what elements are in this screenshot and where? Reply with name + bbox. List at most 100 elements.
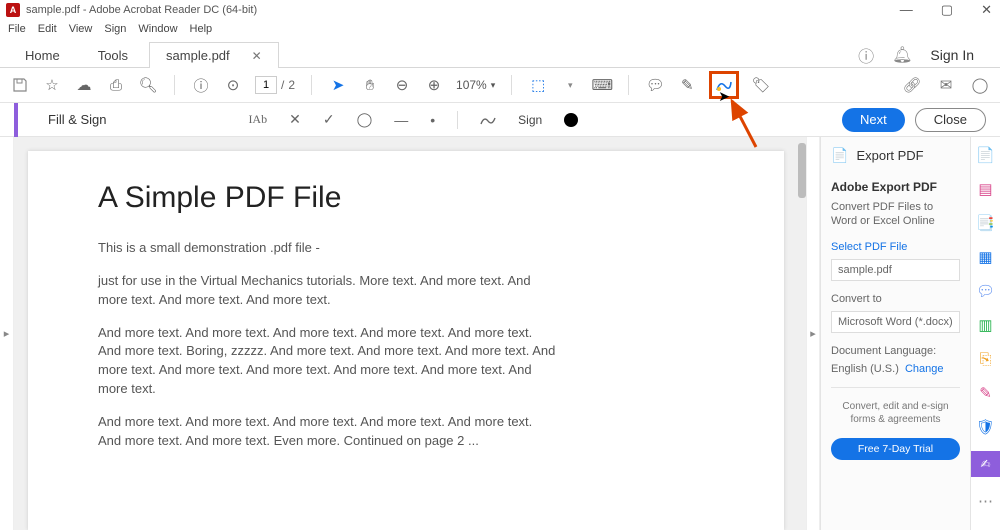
title-bar: A sample.pdf - Adobe Acrobat Reader DC (… <box>0 0 1000 20</box>
page-total: 2 <box>288 78 295 92</box>
lang-label: Document Language: <box>831 345 960 357</box>
main-toolbar: ☆ ☁ ⎙ 🔍︎ ⓘ ⊙ / 2 ➤ ✋︎ ⊖ ⊕ 107%▾ ⬚ ▾ ⌨ 💬︎… <box>0 68 1000 103</box>
x-mark-tool[interactable]: ✕ <box>289 111 301 128</box>
tool-rail: 📄 ▤ 📑 ▦ 💬︎ ▥ ⎘ ✎ 🛡︎ ✍︎ ⋯ <box>970 137 1000 530</box>
keyboard-icon[interactable]: ⌨ <box>592 75 612 95</box>
rail-compress-icon[interactable]: ⎘ <box>976 349 996 369</box>
doc-paragraph: This is a small demonstration .pdf file … <box>98 239 558 258</box>
tab-row: Home Tools sample.pdf ✕ ⓘ 🔔︎ Sign In <box>0 38 1000 68</box>
minimize-button[interactable]: — <box>900 2 913 18</box>
export-panel-desc: Convert PDF Files to Word or Excel Onlin… <box>831 200 960 229</box>
mail-icon[interactable]: ✉ <box>936 75 956 95</box>
text-tool[interactable]: IAb <box>248 112 267 127</box>
convert-target-box[interactable]: Microsoft Word (*.docx) <box>831 311 960 333</box>
color-swatch[interactable] <box>564 113 578 127</box>
cloud-icon[interactable]: ☁ <box>74 75 94 95</box>
expand-right-handle[interactable]: ▸ <box>806 137 820 530</box>
dot-tool[interactable]: • <box>430 112 435 128</box>
line-tool[interactable]: — <box>394 112 408 128</box>
maximize-button[interactable]: ▢ <box>941 2 953 18</box>
rail-protect-icon[interactable]: 🛡︎ <box>976 417 996 437</box>
main-area: ▸ A Simple PDF File This is a small demo… <box>0 137 1000 530</box>
sign-in-link[interactable]: Sign In <box>930 47 974 63</box>
convert-to-label: Convert to <box>831 293 960 305</box>
doc-paragraph: just for use in the Virtual Mechanics tu… <box>98 272 558 310</box>
fill-sign-bar: Fill & Sign IAb ✕ ✓ ◯ — • Sign Next Clos… <box>0 103 1000 137</box>
page-current-input[interactable] <box>255 76 277 94</box>
doc-paragraph: And more text. And more text. And more t… <box>98 324 558 399</box>
expand-left-handle[interactable]: ▸ <box>0 137 14 530</box>
link-icon[interactable]: 🔗︎ <box>902 75 922 95</box>
close-tab-icon[interactable]: ✕ <box>252 49 262 63</box>
check-tool[interactable]: ✓ <box>323 111 335 128</box>
hand-icon[interactable]: ✋︎ <box>360 75 380 95</box>
rail-fill-sign-active[interactable]: ✍︎ <box>971 451 1000 477</box>
scrollbar[interactable] <box>798 137 806 530</box>
stamp-icon[interactable]: 🏷︎ <box>751 75 771 95</box>
accent-bar <box>14 103 18 137</box>
fill-sign-label: Fill & Sign <box>48 112 107 127</box>
rail-edit-icon[interactable]: ▤ <box>976 179 996 199</box>
close-button[interactable]: Close <box>915 108 986 132</box>
document-viewport[interactable]: A Simple PDF File This is a small demons… <box>14 137 798 530</box>
doc-heading: A Simple PDF File <box>98 181 714 215</box>
menu-help[interactable]: Help <box>190 23 213 35</box>
scroll-thumb[interactable] <box>798 143 806 198</box>
selected-file-box[interactable]: sample.pdf <box>831 259 960 281</box>
export-panel: 📄 Export PDF Adobe Export PDF Convert PD… <box>820 137 970 530</box>
menu-edit[interactable]: Edit <box>38 23 57 35</box>
rail-create-icon[interactable]: 📄 <box>976 145 996 165</box>
page-sep: / <box>281 78 284 92</box>
zoom-level[interactable]: 107%▾ <box>456 78 495 92</box>
menu-sign[interactable]: Sign <box>104 23 126 35</box>
signature-icon[interactable] <box>480 113 496 127</box>
export-panel-title: Adobe Export PDF <box>831 180 960 194</box>
help-icon[interactable]: ⓘ <box>858 43 874 67</box>
rail-combine-icon[interactable]: ▦ <box>976 247 996 267</box>
print-icon[interactable]: ⎙ <box>106 75 126 95</box>
zoom-in-icon[interactable]: ⊕ <box>424 75 444 95</box>
menu-view[interactable]: View <box>69 23 93 35</box>
search-icon[interactable]: 🔍︎ <box>138 75 158 95</box>
account-icon[interactable]: ◯ <box>970 75 990 95</box>
menu-window[interactable]: Window <box>138 23 177 35</box>
close-window-button[interactable]: ✕ <box>981 2 992 18</box>
cursor-icon[interactable]: ➤ <box>328 75 348 95</box>
page-nav: / 2 <box>255 76 295 94</box>
page-down-icon[interactable]: ⊙ <box>223 75 243 95</box>
tab-document-label: sample.pdf <box>166 48 230 63</box>
window-title: sample.pdf - Adobe Acrobat Reader DC (64… <box>26 4 257 16</box>
next-button[interactable]: Next <box>842 108 905 132</box>
rail-export-icon[interactable]: 📑 <box>976 213 996 233</box>
tab-tools[interactable]: Tools <box>81 42 145 68</box>
circle-tool[interactable]: ◯ <box>357 111 373 128</box>
bell-icon[interactable]: 🔔︎ <box>892 45 912 65</box>
mouse-cursor-icon: ➤ <box>718 88 730 105</box>
fit-dropdown-icon[interactable]: ▾ <box>560 75 580 95</box>
menu-bar: File Edit View Sign Window Help <box>0 20 1000 38</box>
page-up-icon[interactable]: ⓘ <box>191 75 211 95</box>
tab-document[interactable]: sample.pdf ✕ <box>149 42 279 68</box>
rail-comment-icon[interactable]: 💬︎ <box>976 281 996 301</box>
zoom-out-icon[interactable]: ⊖ <box>392 75 412 95</box>
export-pdf-icon: 📄 <box>831 147 848 164</box>
save-icon[interactable] <box>10 75 30 95</box>
fit-width-icon[interactable]: ⬚ <box>528 75 548 95</box>
tab-home[interactable]: Home <box>8 42 77 68</box>
export-panel-header: Export PDF <box>856 148 923 163</box>
rail-organize-icon[interactable]: ▥ <box>976 315 996 335</box>
rail-more-icon[interactable]: ⋯ <box>976 491 996 511</box>
change-lang-link[interactable]: Change <box>905 363 944 375</box>
trial-button[interactable]: Free 7-Day Trial <box>831 438 960 460</box>
comment-icon[interactable]: 💬︎ <box>645 75 665 95</box>
rail-redact-icon[interactable]: ✎ <box>976 383 996 403</box>
star-icon[interactable]: ☆ <box>42 75 62 95</box>
fill-sign-tool-highlighted[interactable]: ➤ <box>709 71 739 99</box>
menu-file[interactable]: File <box>8 23 26 35</box>
sign-label[interactable]: Sign <box>518 113 542 127</box>
select-file-link[interactable]: Select PDF File <box>831 241 960 253</box>
highlight-icon[interactable]: ✎ <box>677 75 697 95</box>
pdf-page: A Simple PDF File This is a small demons… <box>28 151 784 530</box>
promo-text: Convert, edit and e-sign forms & agreeme… <box>831 400 960 426</box>
lang-value: English (U.S.) <box>831 363 899 375</box>
